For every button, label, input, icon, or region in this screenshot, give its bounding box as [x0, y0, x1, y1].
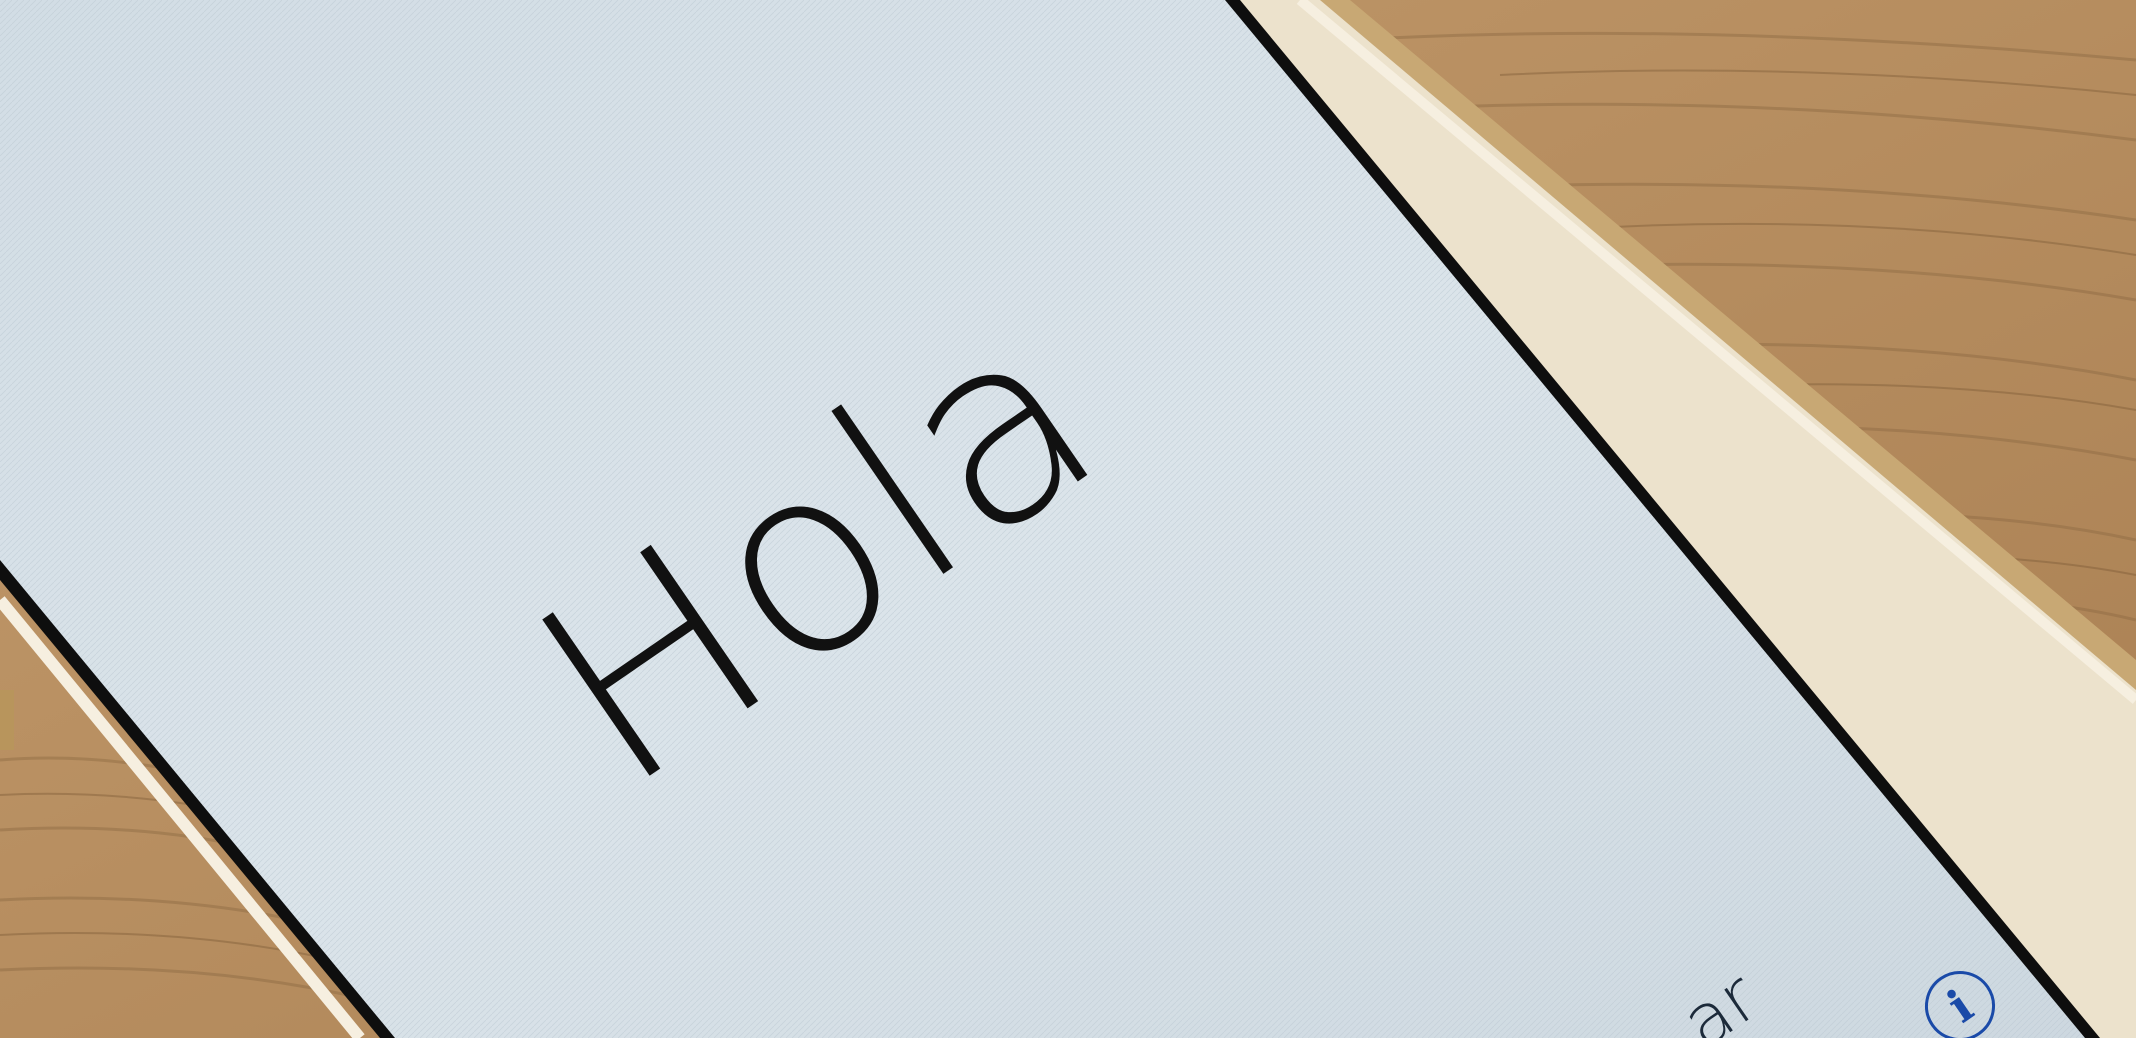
side-button — [0, 690, 14, 750]
photo-scene: Hola ar i — [0, 0, 2136, 1038]
phone — [0, 0, 2136, 1038]
